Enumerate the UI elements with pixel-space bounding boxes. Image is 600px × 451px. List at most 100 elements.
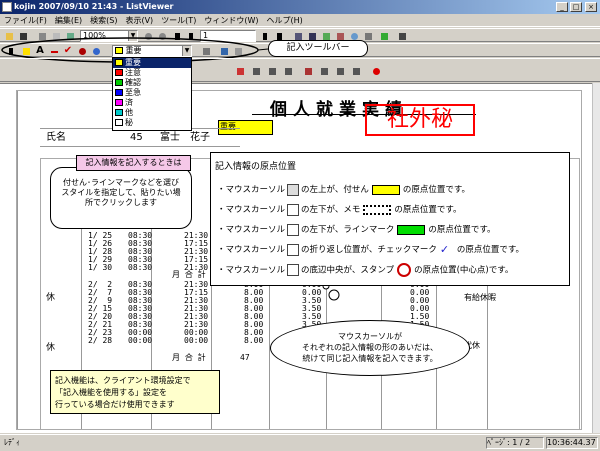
memo-option[interactable]: 重要 bbox=[113, 58, 191, 68]
delete-annotation-icon[interactable] bbox=[232, 45, 244, 57]
menu-edit[interactable]: 編集(E) bbox=[51, 14, 86, 27]
layout-icon-2[interactable] bbox=[250, 65, 262, 77]
check-mark-icon[interactable]: ✔ bbox=[62, 45, 74, 57]
color-swatch bbox=[115, 79, 123, 86]
edit-annotation-icon[interactable] bbox=[218, 45, 230, 57]
text-memo-icon[interactable]: A bbox=[34, 45, 46, 57]
zoom-in-icon[interactable] bbox=[142, 30, 154, 42]
menu-window[interactable]: ウィンドウ(W) bbox=[200, 14, 262, 27]
minimize-button[interactable]: _ bbox=[556, 2, 568, 12]
origin-row: ・マウスカーソル の左上が、付せん の原点位置です。 bbox=[217, 183, 470, 196]
origin-suffix: の原点位置です。 bbox=[402, 185, 471, 195]
memo-option[interactable]: 注意 bbox=[113, 68, 191, 78]
origin-panel: 記入情報の原点位置 ・マウスカーソル の左上が、付せん の原点位置です。 ・マウスカー… bbox=[210, 152, 570, 286]
memo-style-value: 重要 bbox=[125, 46, 142, 55]
memo-style-dropdown[interactable]: 重要 注意 確認 至急済他秘 bbox=[112, 57, 192, 131]
print-icon[interactable] bbox=[36, 30, 48, 42]
confidential-stamp[interactable]: 社外秘 bbox=[365, 104, 475, 136]
memo-option-label: 注意 bbox=[125, 68, 141, 77]
prev-page-icon[interactable] bbox=[186, 30, 198, 42]
calculator-icon[interactable] bbox=[378, 30, 390, 42]
page-indicator: ﾍﾟｰｼﾞ: 1 / 2 bbox=[486, 437, 544, 449]
first-page-icon[interactable] bbox=[172, 30, 184, 42]
howto-title: 記入情報を記入するときは bbox=[76, 155, 191, 171]
name-value: 富士 花子 bbox=[160, 132, 210, 143]
monthly-label-1: 月 合 計 bbox=[172, 270, 206, 279]
memo-option[interactable]: 至急 bbox=[113, 88, 191, 98]
title-bar: kojin 2007/09/10 21:43 - ListViewer bbox=[0, 0, 600, 14]
monthly-total-label: 月 合 計 bbox=[172, 353, 206, 362]
cursor-icon bbox=[287, 223, 300, 236]
page-value: 1 bbox=[203, 31, 209, 40]
menu-view[interactable]: 表示(V) bbox=[121, 14, 157, 27]
next-page-icon[interactable] bbox=[260, 30, 272, 42]
color-icon[interactable] bbox=[90, 45, 102, 57]
memo-option-label: 至急 bbox=[125, 88, 141, 97]
layout-icon-6[interactable] bbox=[318, 65, 330, 77]
status-bar: ﾚﾃﾞｨ ﾍﾟｰｼﾞ: 1 / 2 10:36:44.37 bbox=[0, 434, 600, 450]
end-jan: 21:30 17:15 21:30 17:15 21:30 bbox=[184, 231, 209, 272]
chevron-down-icon[interactable]: ▼ bbox=[128, 31, 137, 41]
color-swatch bbox=[115, 99, 123, 106]
copy-icon[interactable] bbox=[50, 30, 62, 42]
origin-suffix: の原点位置です。 bbox=[428, 225, 496, 235]
clock: 10:36:44.37 bbox=[546, 437, 598, 449]
sticky-note-icon[interactable] bbox=[20, 45, 32, 57]
exit-icon[interactable] bbox=[396, 30, 408, 42]
start-feb: 08:30 08:30 08:30 08:30 08:30 08:30 00:0… bbox=[128, 280, 153, 345]
color-swatch bbox=[115, 119, 123, 126]
dates-jan: 1/ 25 1/ 26 1/ 28 1/ 29 1/ 30 bbox=[88, 231, 113, 272]
rest-label-1: 休 bbox=[46, 293, 56, 303]
select-cursor-icon[interactable] bbox=[6, 45, 18, 57]
layout-toolbar bbox=[0, 58, 600, 82]
layout-icon-8[interactable] bbox=[350, 65, 362, 77]
close-button[interactable]: × bbox=[585, 2, 597, 12]
chevron-down-icon[interactable]: ▼ bbox=[182, 46, 191, 56]
memo-option[interactable]: 済 bbox=[113, 98, 191, 108]
dates-feb: 2/ 2 2/ 7 2/ 9 2/ 15 2/ 20 2/ 21 2/ 23 2… bbox=[88, 280, 113, 345]
menu-tools[interactable]: ツール(T) bbox=[157, 14, 200, 27]
open-icon[interactable] bbox=[3, 30, 15, 42]
status-text: ﾚﾃﾞｨ bbox=[4, 438, 20, 447]
window-title: kojin 2007/09/10 21:43 - ListViewer bbox=[14, 2, 174, 11]
color-swatch bbox=[115, 59, 123, 66]
memo-option[interactable]: 秘 bbox=[113, 118, 191, 128]
origin-sample bbox=[397, 263, 412, 277]
memo-option[interactable]: 他 bbox=[113, 108, 191, 118]
stamp-icon[interactable] bbox=[76, 45, 88, 57]
menu-file[interactable]: ファイル(F) bbox=[0, 14, 51, 27]
cursor-icon bbox=[287, 183, 300, 196]
origin-sample bbox=[371, 184, 400, 195]
toolbar-callout: 記入ツールバー bbox=[268, 40, 368, 57]
layout-icon-5[interactable] bbox=[302, 65, 314, 77]
origin-sample bbox=[397, 224, 426, 235]
cursor-icon bbox=[287, 264, 300, 276]
name-code: 45 bbox=[130, 132, 143, 143]
zoom-combo[interactable]: 100% ▼ bbox=[80, 30, 138, 42]
origin-row: ・マウスカーソル の左下が、ラインマーク の原点位置です。 bbox=[217, 223, 496, 236]
find-icon[interactable] bbox=[64, 30, 76, 42]
line-mark-icon[interactable] bbox=[48, 45, 60, 57]
origin-row: ・マウスカーソル の折り返し位置が、チェックマーク ✓ の原点位置です。 bbox=[217, 243, 524, 256]
save-icon[interactable] bbox=[17, 30, 29, 42]
layout-icon-7[interactable] bbox=[334, 65, 346, 77]
pin-icon[interactable] bbox=[200, 45, 212, 57]
origin-prefix: ・マウスカーソル bbox=[217, 265, 286, 276]
zoom-out-icon[interactable] bbox=[156, 30, 168, 42]
origin-prefix: ・マウスカーソル bbox=[217, 225, 286, 235]
layout-icon-3[interactable] bbox=[266, 65, 278, 77]
origin-suffix: の原点位置です。 bbox=[456, 245, 525, 255]
maximize-button[interactable]: □ bbox=[570, 2, 582, 12]
layout-icon-4[interactable] bbox=[282, 65, 294, 77]
memo-style-combo[interactable]: 重要 ▼ bbox=[112, 45, 192, 57]
color-swatch bbox=[115, 89, 123, 96]
color-swatch bbox=[115, 109, 123, 116]
origin-sample bbox=[363, 204, 392, 215]
menu-search[interactable]: 検索(S) bbox=[86, 14, 121, 27]
vertical-scrollbar[interactable] bbox=[592, 83, 600, 433]
layout-icon-1[interactable] bbox=[234, 65, 246, 77]
memo-option[interactable]: 確認 bbox=[113, 78, 191, 88]
menu-help[interactable]: ヘルプ(H) bbox=[262, 14, 306, 27]
page-input[interactable]: 1 bbox=[200, 30, 256, 42]
stop-icon[interactable] bbox=[370, 65, 382, 77]
